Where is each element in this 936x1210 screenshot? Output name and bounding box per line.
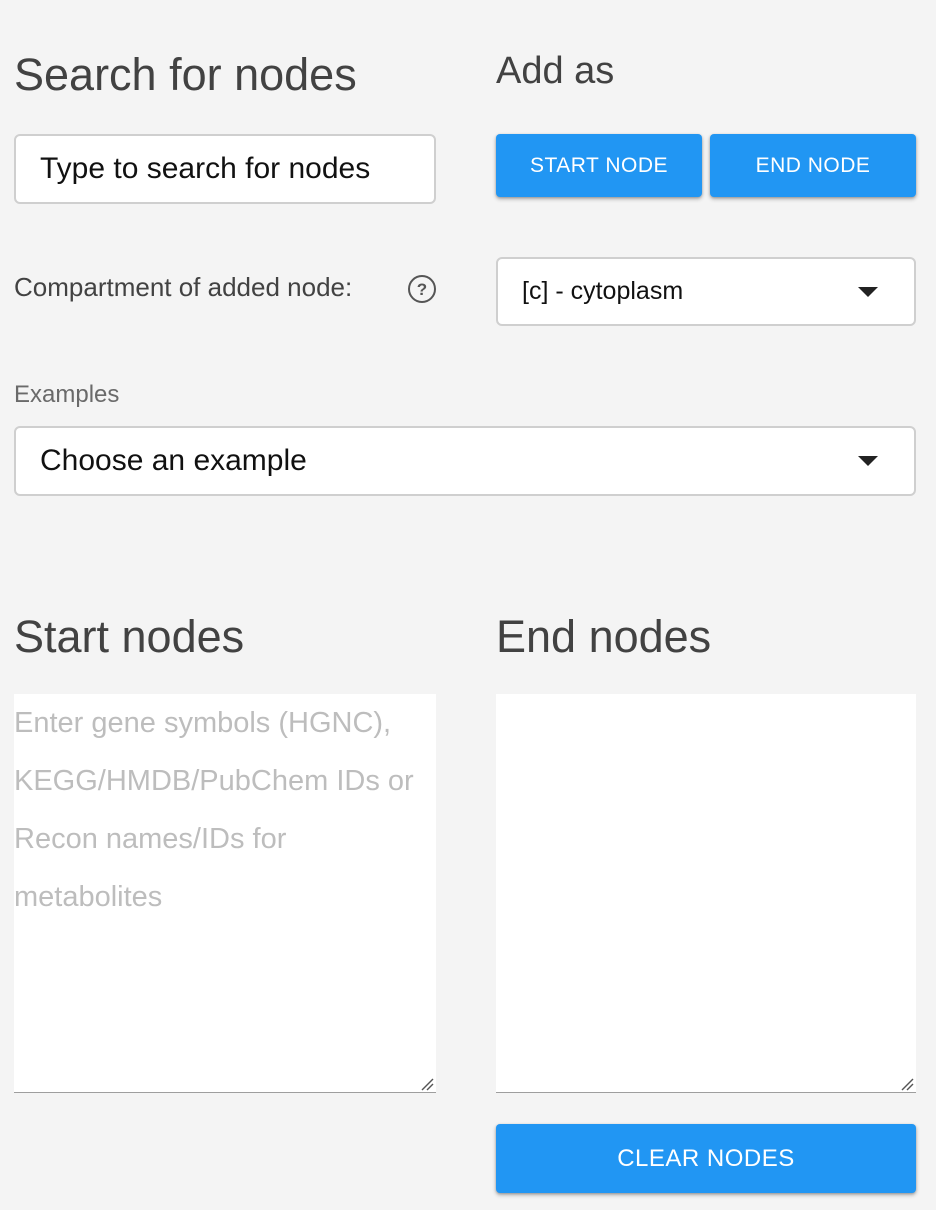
examples-select[interactable]: Choose an example bbox=[14, 426, 916, 496]
examples-label: Examples bbox=[14, 381, 120, 408]
start-nodes-textarea[interactable] bbox=[14, 694, 436, 1093]
resize-handle-icon[interactable] bbox=[898, 1075, 914, 1091]
compartment-label: Compartment of added node: bbox=[14, 272, 353, 302]
clear-nodes-button[interactable]: CLEAR NODES bbox=[496, 1124, 916, 1193]
start-nodes-title: Start nodes bbox=[14, 611, 245, 662]
end-nodes-title: End nodes bbox=[496, 611, 712, 662]
end-nodes-textarea[interactable] bbox=[496, 694, 916, 1093]
dropdown-caret-icon bbox=[858, 286, 878, 297]
dropdown-caret-icon bbox=[858, 456, 878, 466]
search-title: Search for nodes bbox=[14, 49, 357, 100]
add-end-node-button[interactable]: END NODE bbox=[710, 134, 916, 197]
add-start-node-button[interactable]: START NODE bbox=[496, 134, 702, 197]
examples-selected-value: Choose an example bbox=[40, 444, 307, 477]
compartment-selected-value: [c] - cytoplasm bbox=[522, 277, 684, 305]
compartment-select[interactable]: [c] - cytoplasm bbox=[496, 257, 916, 326]
resize-handle-icon[interactable] bbox=[418, 1075, 434, 1091]
add-as-title: Add as bbox=[496, 50, 615, 92]
node-search-input[interactable] bbox=[14, 134, 436, 204]
question-circle-icon[interactable]: ? bbox=[408, 275, 436, 303]
